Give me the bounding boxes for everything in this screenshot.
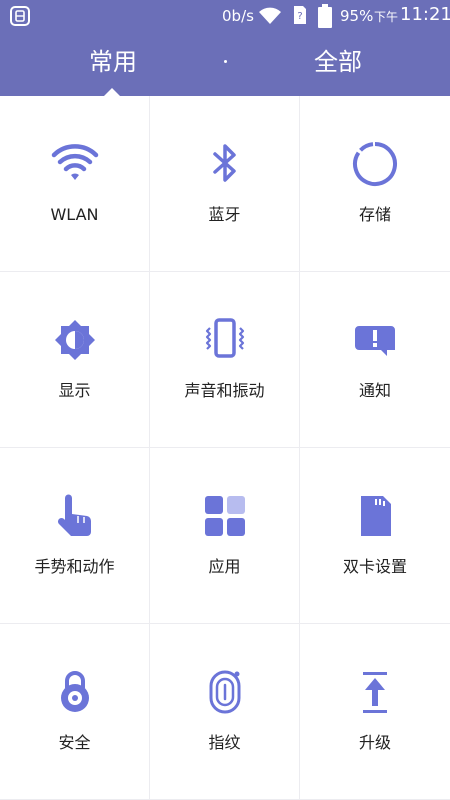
settings-item-storage[interactable]: 存储 — [300, 96, 450, 272]
settings-item-wlan[interactable]: WLAN — [0, 96, 150, 272]
sound-vibration-icon — [201, 316, 249, 364]
bluetooth-icon — [201, 140, 249, 188]
app-badge-icon — [10, 6, 30, 26]
settings-item-label: 应用 — [208, 557, 241, 576]
sim-card-status-icon: ? — [294, 6, 306, 24]
settings-item-label: 双卡设置 — [342, 557, 407, 576]
upgrade-arrow-icon — [351, 668, 399, 716]
settings-item-label: 指纹 — [208, 733, 241, 752]
settings-item-label: 蓝牙 — [208, 205, 241, 224]
gesture-hand-icon — [51, 492, 99, 540]
settings-item-gestures[interactable]: 手势和动作 — [0, 448, 150, 624]
am-pm-label: 下午 — [374, 10, 399, 24]
display-brightness-icon — [51, 316, 99, 364]
settings-item-upgrade[interactable]: 升级 — [300, 624, 450, 800]
clock: 11:21 — [400, 4, 450, 25]
battery-icon — [318, 4, 332, 28]
tab-all[interactable]: 全部 — [263, 47, 413, 77]
svg-text:?: ? — [297, 11, 302, 22]
settings-item-label: 显示 — [58, 381, 91, 400]
wifi-icon — [51, 140, 99, 188]
lock-icon — [51, 668, 99, 716]
apps-grid-icon — [201, 492, 249, 540]
settings-item-apps[interactable]: 应用 — [150, 448, 300, 624]
storage-icon — [351, 140, 399, 188]
tab-bar: 常用 全部 — [0, 32, 450, 96]
notification-icon — [351, 316, 399, 364]
settings-item-label: 手势和动作 — [34, 557, 115, 576]
settings-grid: WLAN 蓝牙 存储 显示 声音和振动 通知 手势和动作 应用 双卡设置 安全 … — [0, 96, 450, 800]
settings-item-security[interactable]: 安全 — [0, 624, 150, 800]
fingerprint-icon — [201, 668, 249, 716]
settings-item-label: 升级 — [358, 733, 391, 752]
tab-common[interactable]: 常用 — [38, 47, 188, 77]
settings-item-notification[interactable]: 通知 — [300, 272, 450, 448]
settings-item-label: 通知 — [358, 381, 391, 400]
sim-card-icon — [351, 492, 399, 540]
settings-item-fingerprint[interactable]: 指纹 — [150, 624, 300, 800]
settings-item-dual-sim[interactable]: 双卡设置 — [300, 448, 450, 624]
selected-tab-indicator — [104, 88, 120, 96]
settings-item-label: WLAN — [50, 205, 99, 224]
settings-item-sound-vibration[interactable]: 声音和振动 — [150, 272, 300, 448]
settings-item-display[interactable]: 显示 — [0, 272, 150, 448]
settings-item-label: 声音和振动 — [184, 381, 265, 400]
tab-separator-dot — [224, 60, 227, 63]
status-bar: 0b/s ? 95% 下午 11:21 — [0, 0, 450, 32]
battery-percent: 95% — [340, 7, 374, 25]
wifi-status-icon — [259, 7, 281, 24]
settings-item-label: 存储 — [358, 205, 391, 224]
settings-item-label: 安全 — [58, 733, 91, 752]
network-speed: 0b/s — [222, 7, 254, 25]
settings-item-bluetooth[interactable]: 蓝牙 — [150, 96, 300, 272]
